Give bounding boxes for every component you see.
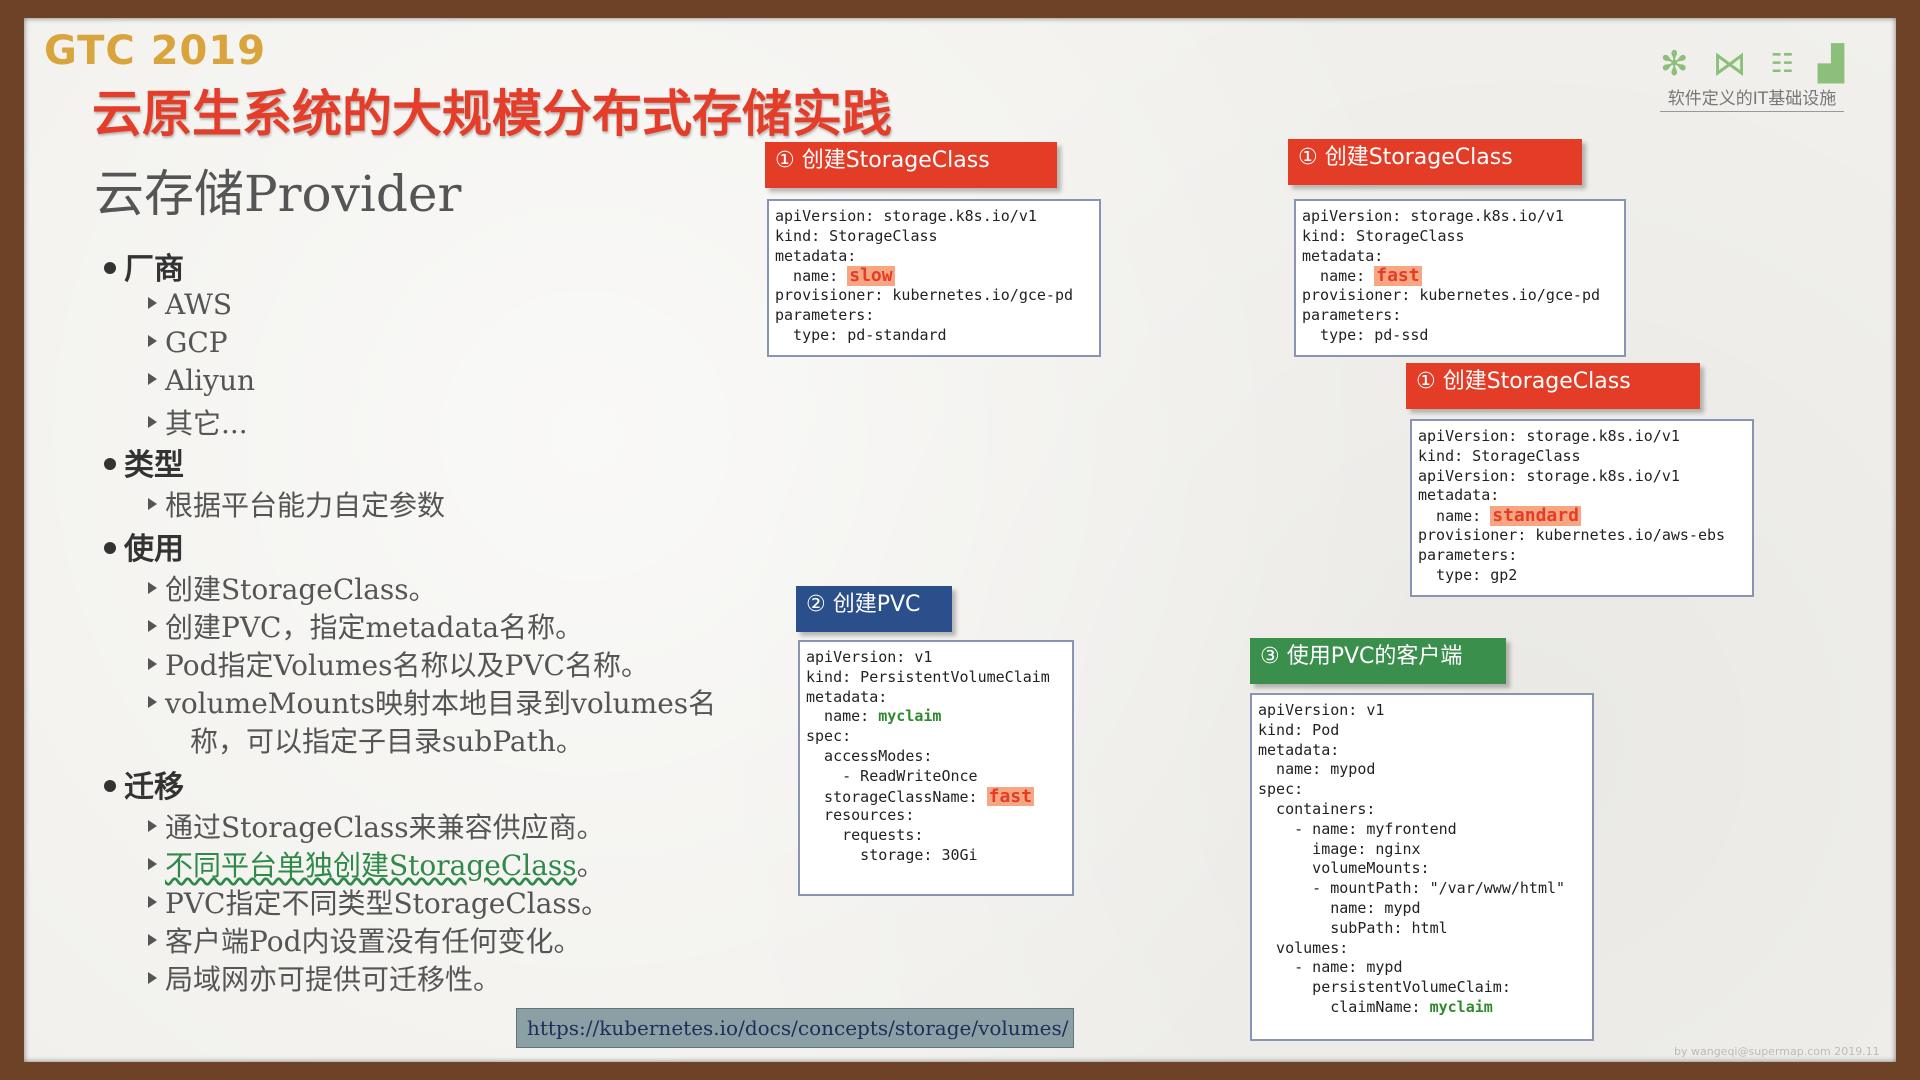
bullet-item: Aliyun	[148, 364, 255, 397]
org-chart-icon: ☷	[1770, 49, 1794, 79]
bullet-item: 其它...	[148, 402, 248, 442]
footer-note: by wangeqi@supermap.com 2019.11	[1674, 1045, 1880, 1058]
tab-create-storageclass-standard: ① 创建StorageClass	[1406, 363, 1700, 409]
bullet-item: 根据平台能力自定参数	[148, 484, 445, 524]
bullet-usage: 使用	[104, 524, 184, 568]
triangle-bullet-icon	[148, 296, 157, 309]
url-box[interactable]: https://kubernetes.io/docs/concepts/stor…	[516, 1008, 1074, 1048]
triangle-bullet-icon	[148, 581, 157, 594]
triangle-bullet-icon	[148, 933, 157, 946]
highlight-myclaim: myclaim	[1429, 997, 1493, 1016]
bullet-item: 创建PVC，指定metadata名称。	[148, 606, 583, 646]
highlight-myclaim: myclaim	[878, 707, 942, 726]
bullet-item: Pod指定Volumes名称以及PVC名称。	[148, 644, 649, 684]
bullet-item: volumeMounts映射本地目录到volumes名	[148, 682, 716, 722]
triangle-bullet-icon	[148, 497, 157, 510]
triangle-bullet-icon	[148, 334, 157, 347]
bullet-item-continuation: 称，可以指定子目录subPath。	[190, 725, 584, 758]
network-icon: ⋈	[1712, 44, 1747, 84]
snowflake-icon: ✻	[1660, 44, 1689, 84]
reference-url-link[interactable]: https://kubernetes.io/docs/concepts/stor…	[527, 1016, 1069, 1040]
bullet-dot	[104, 261, 116, 274]
bullet-item: 通过StorageClass来兼容供应商。	[148, 806, 605, 846]
triangle-bullet-icon	[148, 695, 157, 708]
bullet-item: AWS	[148, 288, 232, 321]
brand-block: ✻ ⋈ ☷ ▟ 软件定义的IT基础设施	[1660, 40, 1844, 112]
triangle-bullet-icon	[148, 857, 157, 870]
bullet-item: 客户端Pod内设置没有任何变化。	[148, 920, 582, 960]
triangle-bullet-icon	[148, 657, 157, 670]
bullet-item: PVC指定不同类型StorageClass。	[148, 882, 609, 922]
code-storageclass-slow: apiVersion: storage.k8s.io/v1 kind: Stor…	[767, 199, 1101, 357]
triangle-bullet-icon	[148, 895, 157, 908]
bullet-vendor: 厂商	[104, 244, 184, 288]
bullet-dot	[104, 779, 116, 792]
bullet-dot	[104, 541, 116, 554]
city-icon: ▟	[1817, 44, 1844, 84]
highlight-fast: fast	[986, 786, 1034, 807]
triangle-bullet-icon	[148, 619, 157, 632]
bullet-dot	[104, 457, 116, 470]
bullet-migration: 迁移	[104, 762, 184, 806]
triangle-bullet-icon	[148, 415, 157, 428]
triangle-bullet-icon	[148, 372, 157, 385]
slide-title: 云原生系统的大规模分布式存储实践	[92, 85, 892, 143]
highlight-standard: standard	[1490, 506, 1581, 526]
highlight-slow: slow	[847, 266, 895, 287]
bullet-item: 创建StorageClass。	[148, 568, 437, 608]
code-storageclass-standard: apiVersion: storage.k8s.io/v1 kind: Stor…	[1410, 419, 1754, 597]
highlight-fast: fast	[1374, 266, 1422, 287]
tab-create-pvc: ② 创建PVC	[796, 586, 952, 632]
code-pod: apiVersion: v1 kind: Pod metadata: name:…	[1250, 693, 1594, 1041]
bullet-item: 局域网亦可提供可迁移性。	[148, 958, 501, 998]
triangle-bullet-icon	[148, 971, 157, 984]
brand-icons: ✻ ⋈ ☷ ▟	[1660, 40, 1844, 84]
bullet-type: 类型	[104, 440, 184, 484]
code-storageclass-fast: apiVersion: storage.k8s.io/v1 kind: Stor…	[1294, 199, 1626, 357]
bullet-item-link[interactable]: 不同平台单独创建StorageClass。	[148, 844, 605, 884]
code-pvc: apiVersion: v1 kind: PersistentVolumeCla…	[798, 640, 1074, 896]
tab-use-pvc-client: ③ 使用PVC的客户端	[1250, 638, 1506, 684]
tab-create-storageclass-fast: ① 创建StorageClass	[1288, 139, 1582, 185]
brand-caption: 软件定义的IT基础设施	[1660, 84, 1844, 112]
link-text[interactable]: 不同平台单独创建StorageClass	[165, 849, 577, 882]
slide: GTC 2019 云原生系统的大规模分布式存储实践 云存储Provider ✻ …	[24, 18, 1896, 1062]
gtc-logo: GTC 2019	[44, 28, 267, 74]
bullet-item: GCP	[148, 326, 228, 359]
tab-create-storageclass-slow: ① 创建StorageClass	[765, 142, 1057, 188]
triangle-bullet-icon	[148, 819, 157, 832]
section-subtitle: 云存储Provider	[94, 165, 462, 223]
